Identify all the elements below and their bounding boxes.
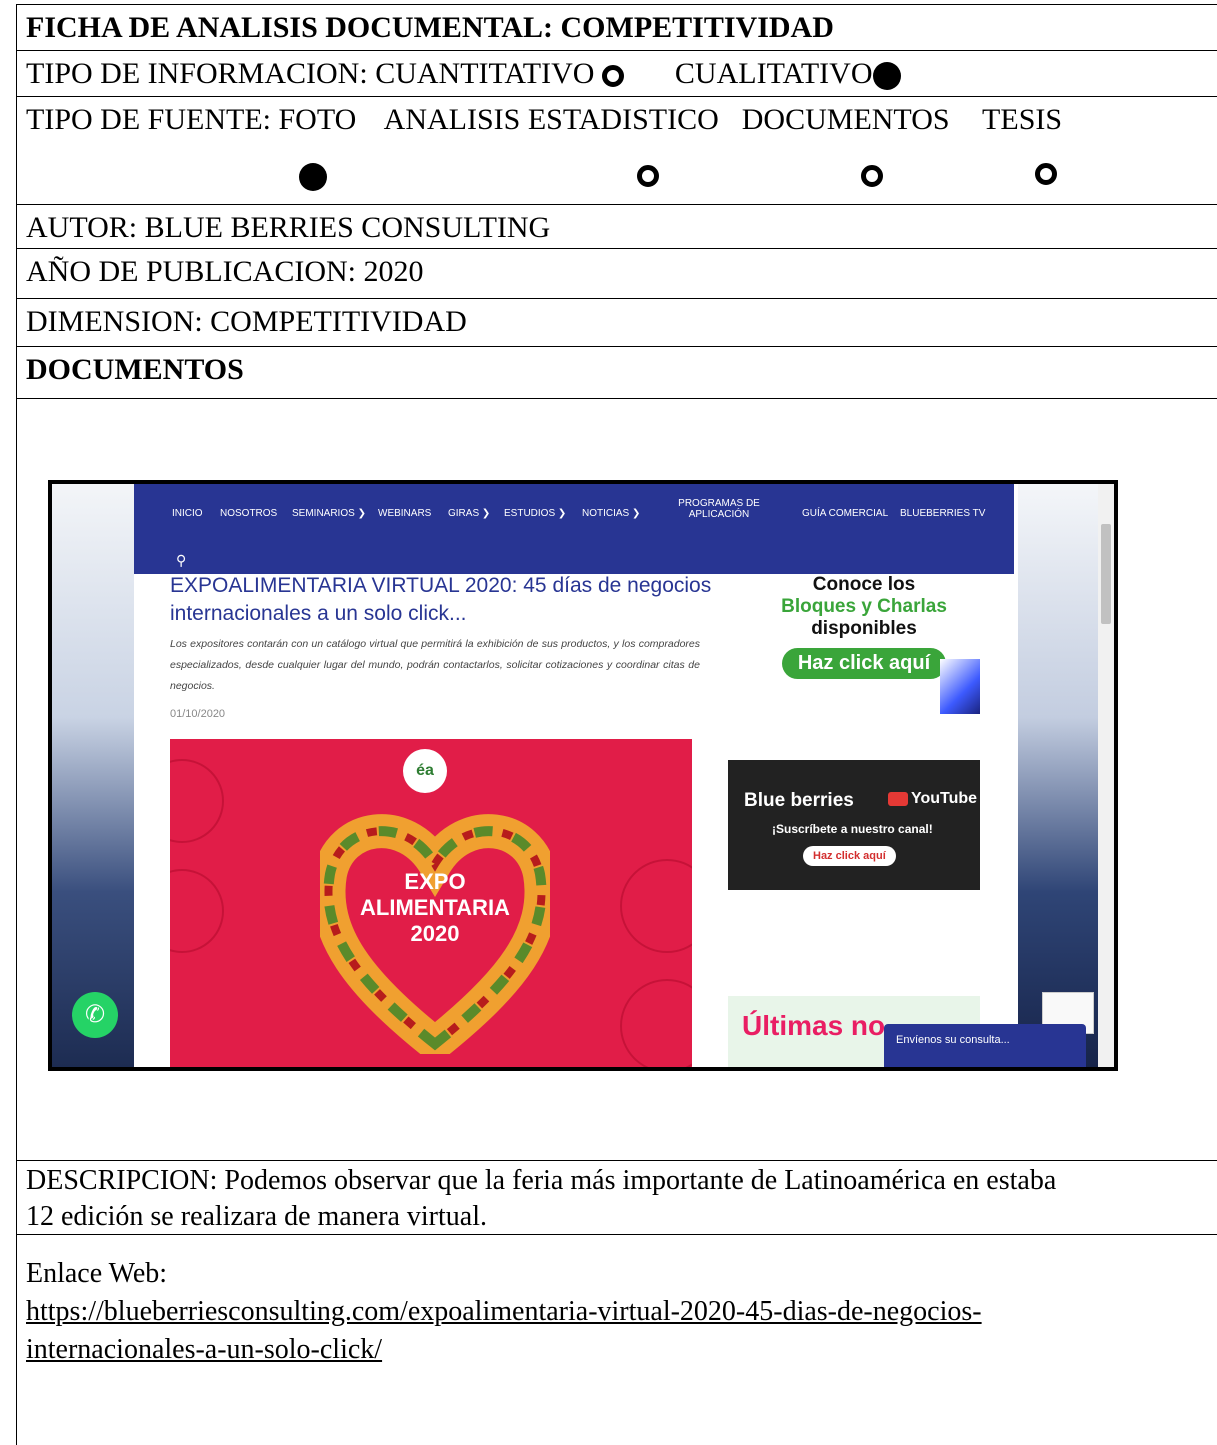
source-documentos-radio[interactable] — [861, 165, 883, 187]
youtube-click-button[interactable]: Haz click aquí — [803, 846, 896, 866]
source-type-label: TIPO DE FUENTE: — [26, 103, 271, 136]
dimension-row: DIMENSION: COMPETITIVIDAD — [17, 299, 1217, 347]
documents-heading-row: DOCUMENTOS — [17, 347, 1217, 399]
nav-inicio[interactable]: INICIO — [172, 508, 203, 519]
nav-nosotros[interactable]: NOSOTROS — [220, 508, 277, 519]
web-link-row: Enlace Web: https://blueberriesconsultin… — [17, 1235, 1217, 1445]
whatsapp-icon[interactable]: ✆ — [72, 992, 118, 1038]
nav-webinars[interactable]: WEBINARS — [378, 508, 431, 519]
source-tesis-label: TESIS — [982, 103, 1063, 136]
source-type-row: TIPO DE FUENTE: FOTO ANALISIS ESTADISTIC… — [17, 97, 1217, 205]
source-analisis-radio[interactable] — [637, 165, 659, 187]
youtube-logo: YouTube — [888, 790, 977, 808]
web-link[interactable]: https://blueberriesconsulting.com/expoal… — [26, 1293, 1217, 1369]
promo-line-1: Conoce los — [812, 574, 916, 595]
nav-giras[interactable]: GIRAS ❯ — [448, 508, 490, 519]
expoalimentaria-title: EXPO ALIMENTARIA 2020 — [360, 869, 510, 946]
promo-line-2: Bloques y Charlas — [781, 596, 947, 617]
year-text: AÑO DE PUBLICACION: 2020 — [26, 255, 424, 288]
youtube-play-icon — [888, 791, 908, 806]
source-analisis-label: ANALISIS ESTADISTICO — [383, 103, 719, 136]
source-foto-label: FOTO — [278, 103, 357, 136]
decor-ring — [620, 859, 692, 953]
scrollbar[interactable] — [1098, 484, 1114, 1067]
expoalimentaria-banner: éa EXPO ALIMENTARIA 2020 — [170, 739, 692, 1067]
description-line-1: DESCRIPCION: Podemos observar que la fer… — [26, 1165, 1057, 1196]
search-icon[interactable]: ⚲ — [176, 552, 186, 569]
year-row: AÑO DE PUBLICACION: 2020 — [17, 249, 1217, 299]
dimension-text: DIMENSION: COMPETITIVIDAD — [26, 305, 467, 338]
option-cuantitativo-label: CUANTITATIVO — [375, 57, 595, 90]
source-type-labels: TIPO DE FUENTE: FOTO ANALISIS ESTADISTIC… — [26, 97, 1217, 143]
blueberry-background-right — [1018, 484, 1098, 1067]
nav-guia-comercial[interactable]: GUÍA COMERCIAL — [802, 508, 888, 519]
website-screenshot: INICIO NOSOTROS SEMINARIOS ❯ WEBINARS GI… — [48, 480, 1118, 1071]
option-cualitativo-label: CUALITATIVO — [674, 57, 873, 90]
nav-noticias[interactable]: NOTICIAS ❯ — [582, 508, 640, 519]
article-date: 01/10/2020 — [170, 708, 226, 720]
nav-blueberries-tv[interactable]: BLUEBERRIES TV — [900, 508, 985, 519]
web-link-line-1[interactable]: https://blueberriesconsulting.com/expoal… — [26, 1293, 1217, 1331]
nav-estudios[interactable]: ESTUDIOS ❯ — [504, 508, 566, 519]
site-nav: INICIO NOSOTROS SEMINARIOS ❯ WEBINARS GI… — [134, 484, 1014, 574]
promo-decoration — [940, 659, 980, 714]
blueberry-background-left — [52, 484, 134, 1067]
decor-ring — [620, 979, 692, 1067]
blueberries-brand: Blue berries — [744, 790, 854, 811]
info-type-label: TIPO DE INFORMACION: — [26, 57, 368, 90]
youtube-banner[interactable]: Blue berries YouTube ¡Suscríbete a nuest… — [728, 760, 980, 890]
description-line-2: 12 edición se realizara de manera virtua… — [26, 1201, 487, 1232]
option-cuantitativo-radio[interactable] — [601, 65, 624, 88]
web-link-label: Enlace Web: — [26, 1258, 168, 1289]
promo-line-3: disponibles — [811, 618, 917, 639]
author-text: AUTOR: BLUE BERRIES CONSULTING — [26, 211, 551, 244]
nav-programas[interactable]: PROGRAMAS DE APLICACIÓN — [674, 498, 764, 520]
author-row: AUTOR: BLUE BERRIES CONSULTING — [17, 205, 1217, 249]
source-foto-radio[interactable] — [299, 163, 327, 191]
expoalimentaria-logo: éa — [403, 749, 447, 793]
decor-ring — [170, 869, 224, 953]
sheet-title: FICHA DE ANALISIS DOCUMENTAL: COMPETITIV… — [17, 5, 1217, 51]
description-row: DESCRIPCION: Podemos observar que la fer… — [17, 1161, 1217, 1235]
youtube-subscribe-text: ¡Suscríbete a nuestro canal! — [772, 822, 933, 836]
promo-click-button[interactable]: Haz click aquí — [781, 648, 947, 679]
youtube-logo-text: YouTube — [911, 790, 978, 807]
source-documentos-label: DOCUMENTOS — [741, 103, 950, 136]
latest-news-title: Últimas no — [742, 1010, 886, 1041]
article-title[interactable]: EXPOALIMENTARIA VIRTUAL 2020: 45 días de… — [170, 572, 730, 628]
nav-seminarios[interactable]: SEMINARIOS ❯ — [292, 508, 366, 519]
scroll-thumb[interactable] — [1101, 524, 1111, 624]
info-type-row: TIPO DE INFORMACION: CUANTITATIVO CUALIT… — [17, 51, 1217, 97]
option-cualitativo-radio[interactable] — [872, 62, 901, 91]
documents-heading: DOCUMENTOS — [26, 353, 244, 386]
decor-ring — [170, 759, 224, 843]
web-link-line-2[interactable]: internacionales-a-un-solo-click/ — [26, 1331, 1217, 1369]
consult-chat-button[interactable]: Envíenos su consulta... — [884, 1024, 1086, 1067]
source-tesis-radio[interactable] — [1035, 163, 1057, 185]
sheet-title-text: FICHA DE ANALISIS DOCUMENTAL: COMPETITIV… — [26, 11, 834, 44]
promo-bloques-charlas: Conoce los Bloques y Charlas disponibles… — [764, 574, 964, 679]
article-description: Los expositores contarán con un catálogo… — [170, 638, 700, 692]
